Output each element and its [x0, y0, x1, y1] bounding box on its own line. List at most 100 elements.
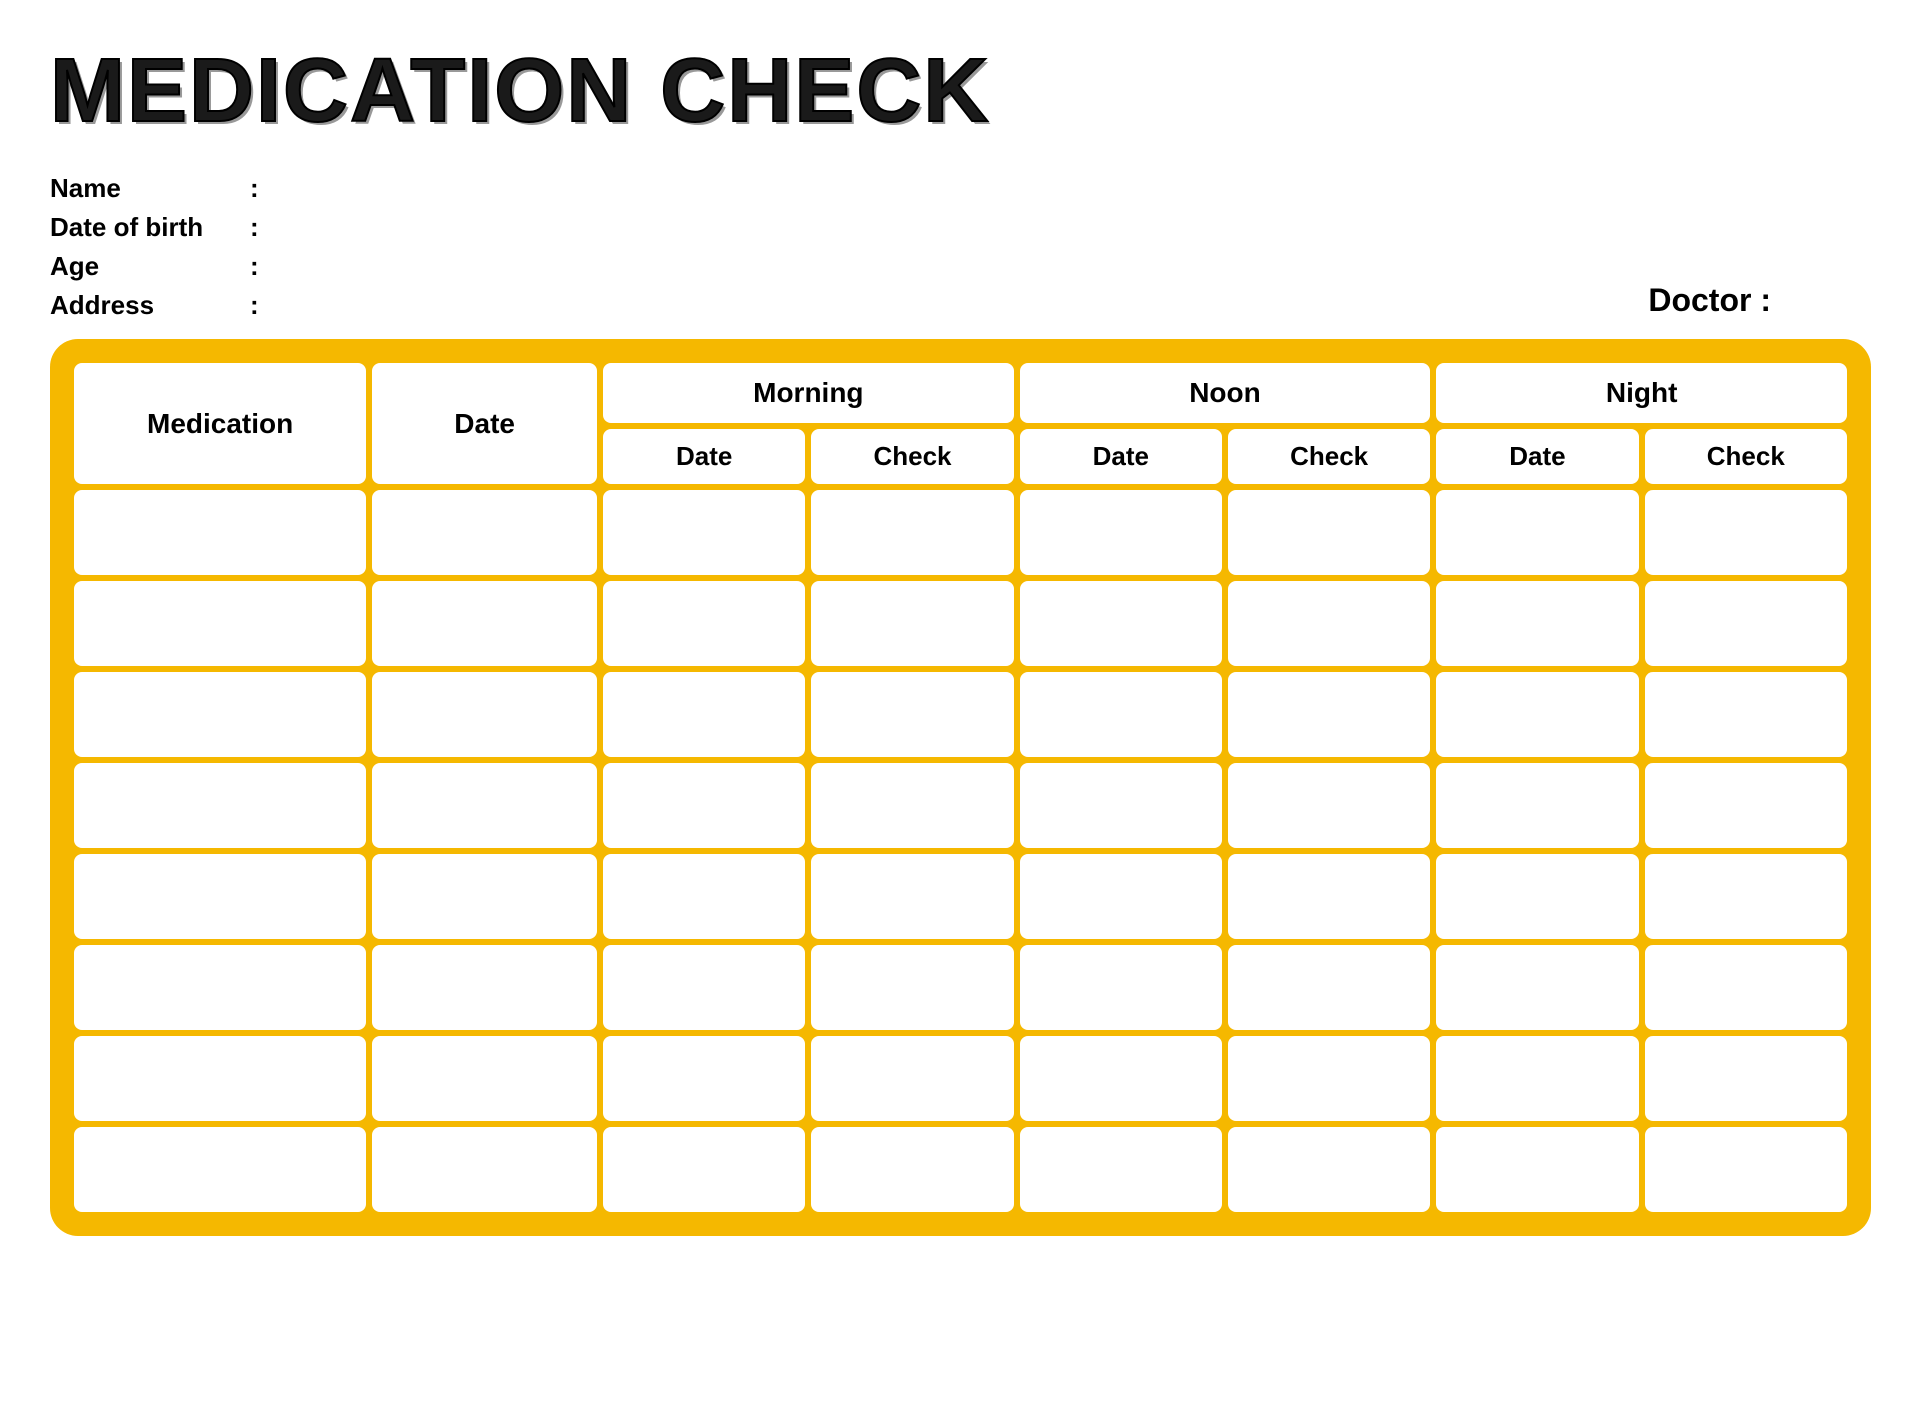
- table-row: [74, 1036, 1847, 1121]
- medication-table-container: Medication Date Morning Noon Night Date …: [50, 339, 1871, 1236]
- table-cell[interactable]: [1228, 581, 1430, 666]
- header-section: Name : Date of birth : Age : Address : D…: [50, 173, 1871, 329]
- field-label-name: Name: [50, 173, 250, 204]
- table-cell[interactable]: [74, 490, 366, 575]
- table-cell[interactable]: [1645, 672, 1847, 757]
- col-morning-check: Check: [811, 429, 1013, 484]
- table-cell[interactable]: [1645, 763, 1847, 848]
- patient-info: Name : Date of birth : Age : Address :: [50, 173, 1648, 329]
- table-cell[interactable]: [811, 1127, 1013, 1212]
- table-cell[interactable]: [1436, 854, 1638, 939]
- table-cell[interactable]: [1020, 490, 1222, 575]
- table-cell[interactable]: [1645, 1127, 1847, 1212]
- table-cell[interactable]: [372, 490, 597, 575]
- table-cell[interactable]: [1020, 763, 1222, 848]
- col-night-check: Check: [1645, 429, 1847, 484]
- table-cell[interactable]: [1228, 854, 1430, 939]
- table-cell[interactable]: [1436, 581, 1638, 666]
- col-medication: Medication: [74, 363, 366, 484]
- table-cell[interactable]: [372, 1127, 597, 1212]
- table-cell[interactable]: [1436, 490, 1638, 575]
- table-cell[interactable]: [811, 672, 1013, 757]
- table-cell[interactable]: [1436, 672, 1638, 757]
- table-cell[interactable]: [1436, 945, 1638, 1030]
- table-cell[interactable]: [811, 854, 1013, 939]
- table-row: [74, 490, 1847, 575]
- table-row: [74, 763, 1847, 848]
- table-cell[interactable]: [603, 672, 805, 757]
- table-cell[interactable]: [811, 945, 1013, 1030]
- table-cell[interactable]: [603, 581, 805, 666]
- table-cell[interactable]: [1228, 1036, 1430, 1121]
- table-cell[interactable]: [74, 945, 366, 1030]
- table-cell[interactable]: [372, 581, 597, 666]
- col-noon-date: Date: [1020, 429, 1222, 484]
- col-night: Night: [1436, 363, 1847, 423]
- table-cell[interactable]: [1228, 1127, 1430, 1212]
- table-cell[interactable]: [74, 763, 366, 848]
- table-cell[interactable]: [1228, 763, 1430, 848]
- field-name: Name :: [50, 173, 1648, 204]
- table-cell[interactable]: [811, 490, 1013, 575]
- table-cell[interactable]: [603, 490, 805, 575]
- table-cell[interactable]: [74, 672, 366, 757]
- table-cell[interactable]: [603, 1036, 805, 1121]
- field-label-address: Address: [50, 290, 250, 321]
- table-cell[interactable]: [811, 763, 1013, 848]
- table-cell[interactable]: [1020, 581, 1222, 666]
- table-cell[interactable]: [1645, 1036, 1847, 1121]
- table-cell[interactable]: [1645, 490, 1847, 575]
- table-cell[interactable]: [1436, 1127, 1638, 1212]
- field-age: Age :: [50, 251, 1648, 282]
- table-cell[interactable]: [1020, 672, 1222, 757]
- table-row: [74, 581, 1847, 666]
- table-cell[interactable]: [74, 1127, 366, 1212]
- table-body: [74, 490, 1847, 1212]
- field-colon-address: :: [250, 290, 259, 321]
- table-cell[interactable]: [1020, 945, 1222, 1030]
- table-cell[interactable]: [372, 1036, 597, 1121]
- col-date-main: Date: [372, 363, 597, 484]
- table-cell[interactable]: [603, 1127, 805, 1212]
- table-cell[interactable]: [1020, 1127, 1222, 1212]
- col-morning-date: Date: [603, 429, 805, 484]
- table-cell[interactable]: [1645, 854, 1847, 939]
- table-cell[interactable]: [372, 854, 597, 939]
- table-row: [74, 854, 1847, 939]
- table-cell[interactable]: [811, 1036, 1013, 1121]
- table-cell[interactable]: [74, 581, 366, 666]
- table-cell[interactable]: [1436, 763, 1638, 848]
- field-colon-dob: :: [250, 212, 259, 243]
- table-row: [74, 945, 1847, 1030]
- col-night-date: Date: [1436, 429, 1638, 484]
- table-cell[interactable]: [1228, 945, 1430, 1030]
- table-cell[interactable]: [372, 672, 597, 757]
- table-cell[interactable]: [1020, 854, 1222, 939]
- field-dob: Date of birth :: [50, 212, 1648, 243]
- table-cell[interactable]: [1645, 945, 1847, 1030]
- table-cell[interactable]: [603, 854, 805, 939]
- table-cell[interactable]: [811, 581, 1013, 666]
- table-cell[interactable]: [372, 763, 597, 848]
- field-colon-name: :: [250, 173, 259, 204]
- table-cell[interactable]: [1228, 490, 1430, 575]
- field-address: Address :: [50, 290, 1648, 321]
- table-cell[interactable]: [74, 854, 366, 939]
- col-morning: Morning: [603, 363, 1014, 423]
- table-cell[interactable]: [372, 945, 597, 1030]
- field-label-age: Age: [50, 251, 250, 282]
- table-cell[interactable]: [603, 763, 805, 848]
- page-title: MEDICATION CHECK: [50, 40, 1871, 143]
- table-cell[interactable]: [1436, 1036, 1638, 1121]
- table-cell[interactable]: [1020, 1036, 1222, 1121]
- table-row: [74, 672, 1847, 757]
- table-cell[interactable]: [74, 1036, 366, 1121]
- table-cell[interactable]: [603, 945, 805, 1030]
- medication-table: Medication Date Morning Noon Night Date …: [68, 357, 1853, 1218]
- doctor-section: Doctor :: [1648, 282, 1871, 329]
- table-cell[interactable]: [1228, 672, 1430, 757]
- table-cell[interactable]: [1645, 581, 1847, 666]
- col-noon-check: Check: [1228, 429, 1430, 484]
- field-colon-age: :: [250, 251, 259, 282]
- col-noon: Noon: [1020, 363, 1431, 423]
